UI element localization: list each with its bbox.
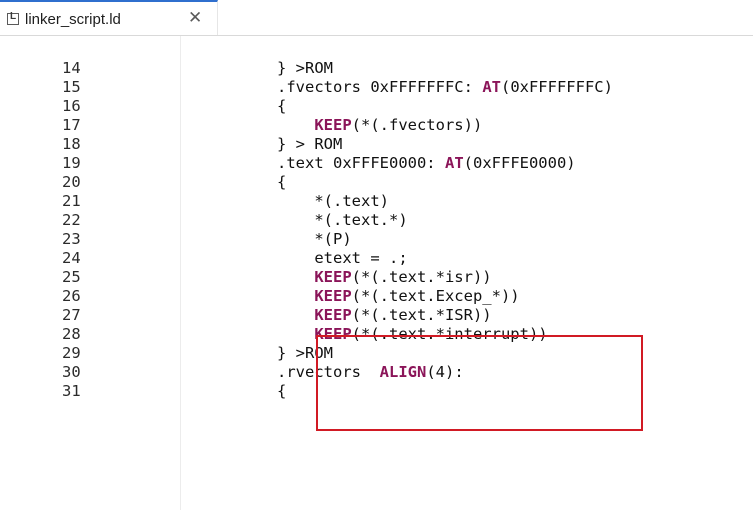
code-line[interactable]: KEEP(*(.text.*ISR))	[277, 306, 492, 325]
keyword-token: AT	[482, 78, 501, 96]
linker-file-icon: L	[7, 11, 19, 25]
code-line[interactable]: .rvectors ALIGN(4):	[277, 363, 464, 382]
code-token: (*(.text.*isr))	[351, 268, 492, 286]
tab-linker-script[interactable]: L linker_script.ld ✕	[0, 0, 218, 35]
tab-label: linker_script.ld	[25, 11, 121, 28]
keyword-token: KEEP	[314, 287, 352, 305]
code-line[interactable]: {	[277, 97, 286, 116]
code-token: .rvectors	[277, 363, 380, 381]
code-line[interactable]: } >ROM	[277, 59, 333, 78]
code-line[interactable]: {	[277, 382, 286, 401]
code-token: (*(.fvectors))	[351, 116, 483, 134]
code-token: {	[277, 382, 287, 400]
code-line[interactable]: KEEP(*(.text.*interrupt))	[277, 325, 548, 344]
highlight-box	[316, 335, 643, 431]
line-number: 23	[62, 230, 81, 248]
line-number: 19	[62, 154, 81, 172]
line-number: 30	[62, 363, 81, 381]
line-number: 18	[62, 135, 81, 153]
line-number: 28	[62, 325, 81, 343]
keyword-token: AT	[444, 154, 464, 172]
code-token: } >ROM	[277, 344, 333, 362]
code-line[interactable]: etext = .;	[277, 249, 408, 268]
line-number: 14	[62, 59, 81, 77]
line-number: 21	[62, 192, 81, 210]
code-token: } > ROM	[277, 135, 343, 153]
code-token: (*(.text.*ISR))	[351, 306, 492, 324]
code-token: .fvectors 0xFFFFFFFC:	[277, 78, 483, 96]
code-line[interactable]: .fvectors 0xFFFFFFFC: AT(0xFFFFFFFC)	[277, 78, 613, 97]
editor-tab-bar: L linker_script.ld ✕	[0, 0, 753, 36]
code-token: (0xFFFE0000)	[463, 154, 576, 172]
code-token: (*(.text.Excep_*))	[351, 287, 520, 305]
code-token: {	[277, 173, 287, 191]
code-token: (4):	[426, 363, 464, 381]
code-line[interactable]: } > ROM	[277, 135, 342, 154]
line-number: 16	[62, 97, 81, 115]
code-line[interactable]: } >ROM	[277, 344, 333, 363]
code-token: (*(.text.*interrupt))	[351, 325, 548, 343]
keyword-token: ALIGN	[379, 363, 427, 381]
keyword-token: KEEP	[314, 306, 352, 324]
code-token: etext = .;	[277, 249, 408, 267]
keyword-token: KEEP	[314, 116, 352, 134]
line-number: 22	[62, 211, 81, 229]
line-number: 24	[62, 249, 81, 267]
code-token: } >ROM	[277, 59, 333, 77]
code-editor[interactable]: 14 15 16 17 18 19 20 21 22 23 24 25 26 27 28 29 30 31 } >…	[0, 36, 753, 510]
code-token: (0xFFFFFFFC)	[500, 78, 613, 96]
code-line[interactable]: {	[277, 173, 286, 192]
line-number: 15	[62, 78, 81, 96]
code-line[interactable]: .text 0xFFFE0000: AT(0xFFFE0000)	[277, 154, 576, 173]
code-token: *(P)	[277, 230, 352, 248]
code-token: .text 0xFFFE0000:	[277, 154, 445, 172]
code-token: {	[277, 97, 287, 115]
code-token: *(.text.*)	[277, 211, 408, 229]
code-line[interactable]: *(.text.*)	[277, 211, 408, 230]
keyword-token: KEEP	[314, 325, 352, 343]
line-number-gutter: 14 15 16 17 18 19 20 21 22 23 24 25 26 27 28 29 30 31	[0, 36, 180, 510]
line-number: 27	[62, 306, 81, 324]
code-token: *(.text)	[277, 192, 389, 210]
code-line[interactable]: *(P)	[277, 230, 352, 249]
gutter-divider	[180, 36, 181, 510]
code-line[interactable]: KEEP(*(.text.*isr))	[277, 268, 492, 287]
line-number: 29	[62, 344, 81, 362]
line-number: 31	[62, 382, 81, 400]
code-line[interactable]: KEEP(*(.fvectors))	[277, 116, 482, 135]
line-number: 17	[62, 116, 81, 134]
line-number: 25	[62, 268, 81, 286]
keyword-token: KEEP	[314, 268, 352, 286]
close-icon[interactable]: ✕	[188, 8, 202, 28]
code-line[interactable]: *(.text)	[277, 192, 389, 211]
line-number: 20	[62, 173, 81, 191]
line-number: 26	[62, 287, 81, 305]
code-line[interactable]: KEEP(*(.text.Excep_*))	[277, 287, 520, 306]
